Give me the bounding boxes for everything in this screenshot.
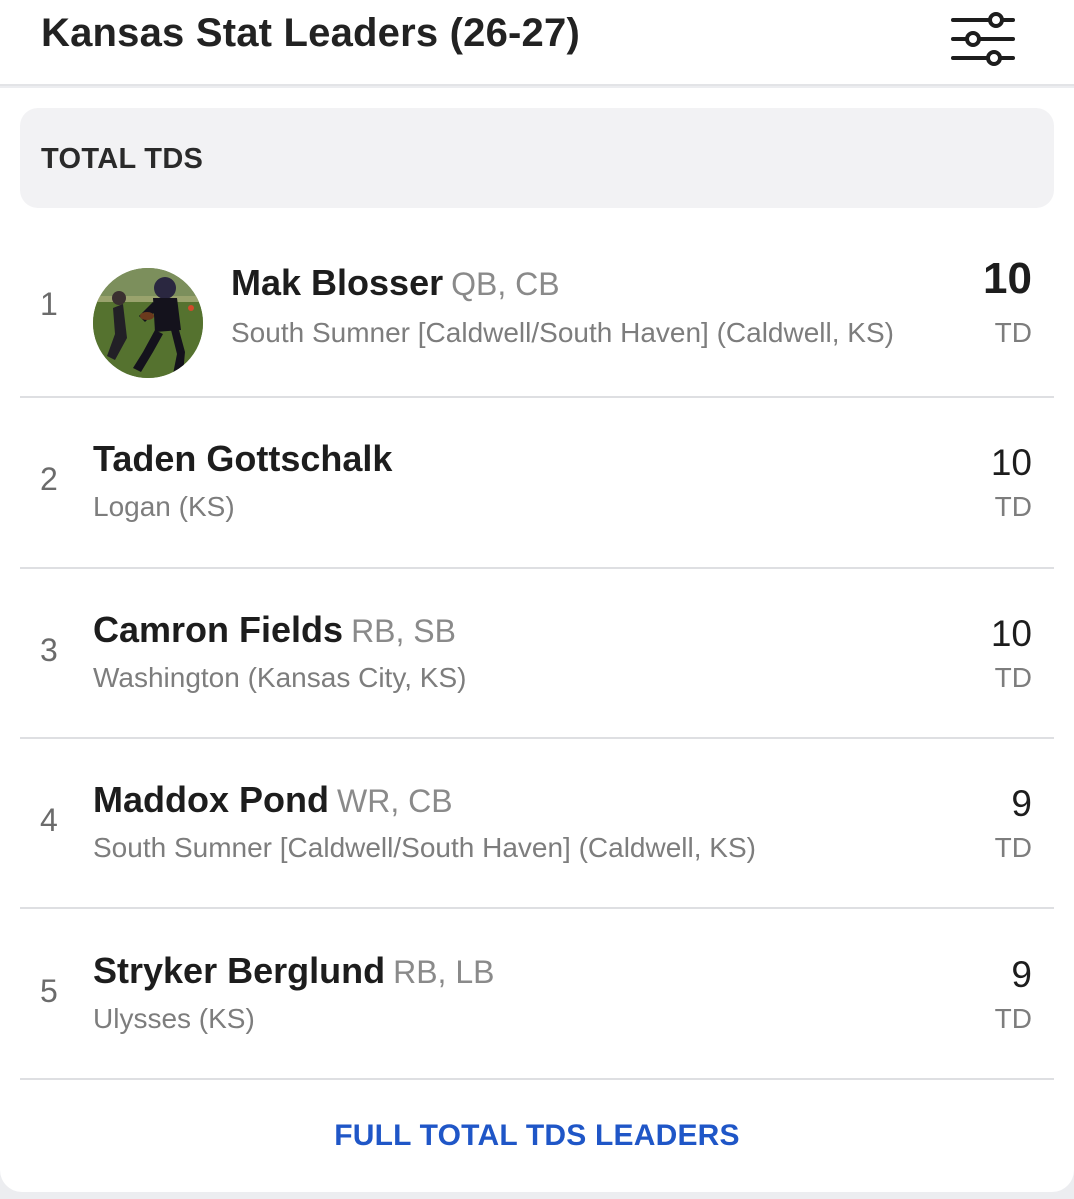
filter-button[interactable] bbox=[944, 8, 1022, 70]
rank-number: 5 bbox=[40, 973, 58, 1009]
player-school: Logan (KS) bbox=[93, 491, 235, 522]
player-name-line: Mak Blosser QB, CB bbox=[231, 262, 560, 312]
page-title: Kansas Stat Leaders (26-27) bbox=[41, 11, 580, 55]
leaders-card: TOTAL TDS 1 Mak Blosser QB, CB South Sum… bbox=[0, 88, 1074, 1192]
rank-number: 3 bbox=[40, 632, 58, 668]
header-bar: Kansas Stat Leaders (26-27) bbox=[0, 0, 1074, 86]
player-name: Mak Blosser bbox=[231, 262, 444, 303]
stat-unit: TD bbox=[994, 317, 1032, 348]
rank-number: 2 bbox=[40, 461, 58, 497]
stat-value: 9 bbox=[1011, 783, 1032, 824]
player-positions: WR, CB bbox=[337, 783, 453, 819]
leader-row[interactable]: 5 Stryker Berglund RB, LB Ulysses (KS) 9 … bbox=[20, 909, 1054, 1080]
stat-value: 9 bbox=[1011, 954, 1032, 995]
stat-leaders-page: Kansas Stat Leaders (26-27) TOTAL TDS 1 … bbox=[0, 0, 1074, 1199]
stat-unit: TD bbox=[994, 491, 1032, 522]
player-positions: RB, SB bbox=[351, 613, 456, 649]
section-title: TOTAL TDS bbox=[41, 143, 204, 175]
rank-number: 4 bbox=[40, 802, 58, 838]
leader-row[interactable]: 3 Camron Fields RB, SB Washington (Kansas… bbox=[20, 569, 1054, 739]
player-positions: RB, LB bbox=[393, 954, 495, 990]
player-name-line: Stryker Berglund RB, LB bbox=[93, 950, 494, 1000]
player-name: Camron Fields bbox=[93, 609, 344, 650]
player-school: South Sumner [Caldwell/South Haven] (Cal… bbox=[93, 832, 756, 863]
player-name: Stryker Berglund bbox=[93, 950, 386, 991]
player-name: Taden Gottschalk bbox=[93, 438, 393, 479]
player-school: Ulysses (KS) bbox=[93, 1003, 255, 1034]
stat-unit: TD bbox=[994, 1003, 1032, 1034]
player-avatar[interactable] bbox=[93, 268, 203, 378]
section-header: TOTAL TDS bbox=[20, 108, 1054, 208]
stat-value: 10 bbox=[990, 613, 1032, 654]
player-name-line: Taden Gottschalk bbox=[93, 438, 392, 488]
stat-unit: TD bbox=[994, 832, 1032, 863]
stat-value: 10 bbox=[990, 442, 1032, 483]
full-leaders-link[interactable]: FULL TOTAL TDS LEADERS bbox=[0, 1118, 1074, 1154]
leader-row[interactable]: 1 Mak Blosser QB, CB South Sumner [Caldw… bbox=[20, 228, 1054, 398]
leader-row[interactable]: 2 Taden Gottschalk Logan (KS) 10 TD bbox=[20, 398, 1054, 569]
player-name-line: Camron Fields RB, SB bbox=[93, 609, 456, 659]
player-photo bbox=[93, 268, 203, 378]
sliders-icon bbox=[951, 12, 1015, 66]
player-school: Washington (Kansas City, KS) bbox=[93, 662, 467, 693]
leader-row[interactable]: 4 Maddox Pond WR, CB South Sumner [Caldwe… bbox=[20, 739, 1054, 909]
stat-unit: TD bbox=[994, 662, 1032, 693]
stat-value: 10 bbox=[983, 254, 1032, 303]
player-positions: QB, CB bbox=[451, 266, 560, 302]
rank-number: 1 bbox=[40, 286, 58, 322]
player-name-line: Maddox Pond WR, CB bbox=[93, 779, 453, 829]
player-school: South Sumner [Caldwell/South Haven] (Cal… bbox=[231, 317, 894, 348]
player-name: Maddox Pond bbox=[93, 779, 329, 820]
